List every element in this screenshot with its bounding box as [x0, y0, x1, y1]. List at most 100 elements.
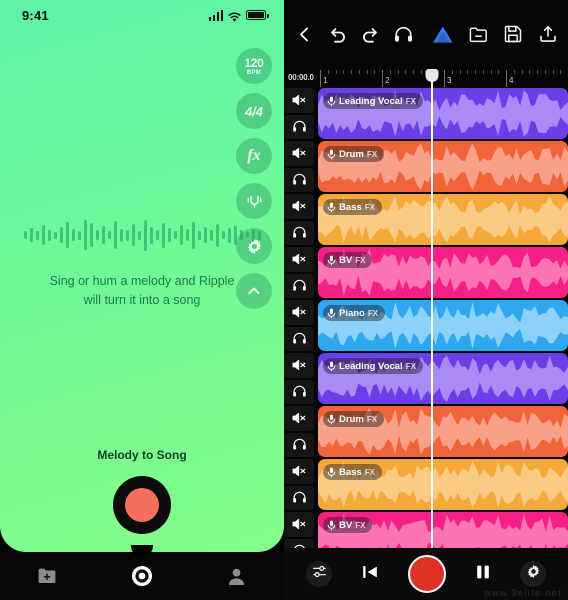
- tab-projects[interactable]: [23, 558, 71, 594]
- track-mute-button[interactable]: [284, 141, 314, 166]
- ripple-app-panel: 9:41 120 BPM 4/4 fx Sing or hum a melody…: [0, 0, 284, 600]
- upload-icon: [539, 25, 557, 43]
- ruler-subtick: [389, 70, 391, 74]
- monitor-button[interactable]: [392, 23, 414, 45]
- save-button[interactable]: [502, 23, 524, 45]
- record-button[interactable]: [408, 555, 446, 593]
- time-signature-button[interactable]: 4/4: [236, 93, 272, 129]
- speaker-mute-icon: [292, 358, 307, 372]
- clip-label[interactable]: Bass FX: [323, 199, 382, 215]
- export-button[interactable]: [537, 23, 559, 45]
- hero-caption-line1: Sing or hum a melody and Ripple: [49, 274, 235, 288]
- ruler-subtick: [521, 70, 523, 74]
- viz-bar-33: [221, 231, 225, 239]
- track-mute-button[interactable]: [284, 406, 314, 431]
- clip-track-name: BV: [339, 254, 353, 266]
- track-solo-button[interactable]: [284, 432, 314, 457]
- tab-record[interactable]: [118, 558, 166, 594]
- clip-label[interactable]: Bass FX: [323, 464, 382, 480]
- track-mute-button[interactable]: [284, 459, 314, 484]
- track-solo-button[interactable]: [284, 538, 314, 548]
- tab-profile[interactable]: [213, 558, 261, 594]
- clip-fx-badge: FX: [364, 202, 375, 212]
- track-solo-button[interactable]: [284, 114, 314, 139]
- viz-bar-26: [179, 225, 183, 245]
- tuning-fork-icon: [246, 193, 263, 210]
- collapse-button[interactable]: [236, 273, 272, 309]
- clip-fx-badge: FX: [405, 361, 416, 371]
- battery-icon: [246, 10, 269, 20]
- track-mute-button[interactable]: [284, 512, 314, 537]
- audio-clip[interactable]: BV FX: [318, 247, 568, 298]
- track-mute-button[interactable]: [284, 194, 314, 219]
- track-mute-button[interactable]: [284, 300, 314, 325]
- track-mute-button[interactable]: [284, 353, 314, 378]
- timeline-ruler[interactable]: 00:00.0 1 2 3 4: [284, 68, 568, 88]
- clip-label[interactable]: Drum FX: [323, 146, 385, 162]
- audio-clip[interactable]: Leading Vocal FX: [318, 88, 568, 139]
- settings-button[interactable]: [236, 228, 272, 264]
- pause-button[interactable]: [474, 562, 492, 587]
- ruler-subtick: [498, 70, 500, 74]
- redo-button[interactable]: [359, 23, 381, 45]
- tuner-button[interactable]: [236, 183, 272, 219]
- audio-clip[interactable]: Drum FX: [318, 406, 568, 457]
- audio-clip[interactable]: Leading Vocal FX: [318, 353, 568, 404]
- track-row: BV FX: [284, 512, 568, 548]
- track-solo-button[interactable]: [284, 167, 314, 192]
- ruler-subtick: [475, 70, 476, 74]
- audio-clip[interactable]: Drum FX: [318, 141, 568, 192]
- settings-button[interactable]: [520, 561, 546, 587]
- floppy-save-icon: [504, 25, 522, 43]
- record-button[interactable]: [113, 476, 171, 534]
- speaker-mute-icon: [292, 517, 307, 531]
- clip-label[interactable]: Leading Vocal FX: [323, 93, 423, 109]
- track-controls: [284, 194, 314, 245]
- ruler-subtick: [459, 70, 461, 74]
- effects-button[interactable]: fx: [236, 138, 272, 174]
- microphone-icon: [327, 255, 336, 266]
- viz-bar-18: [131, 224, 135, 246]
- speaker-mute-icon: [292, 411, 307, 425]
- microphone-icon: [327, 520, 336, 531]
- hero-caption: Sing or hum a melody and Ripple will tur…: [50, 272, 235, 311]
- clip-label[interactable]: Leading Vocal FX: [323, 358, 423, 374]
- undo-button[interactable]: [326, 23, 348, 45]
- ruler-subtick: [482, 70, 484, 74]
- audio-clip[interactable]: Bass FX: [318, 459, 568, 510]
- add-folder-icon: [37, 567, 57, 585]
- open-project-button[interactable]: [467, 23, 489, 45]
- tempo-button[interactable]: 120 BPM: [236, 48, 272, 84]
- audio-clip[interactable]: BV FX: [318, 512, 568, 548]
- clip-label[interactable]: BV FX: [323, 517, 373, 533]
- track-solo-button[interactable]: [284, 379, 314, 404]
- speaker-mute-icon: [292, 199, 307, 213]
- mixer-button[interactable]: [306, 561, 332, 587]
- viz-bar-3: [41, 225, 45, 245]
- track-controls: [284, 406, 314, 457]
- viz-bar-17: [125, 229, 129, 241]
- speaker-mute-icon: [292, 464, 307, 478]
- clip-label[interactable]: Piano FX: [323, 305, 386, 321]
- track-solo-button[interactable]: [284, 485, 314, 510]
- track-solo-button[interactable]: [284, 220, 314, 245]
- viz-bar-24: [167, 228, 171, 242]
- speaker-mute-icon: [292, 93, 307, 107]
- track-mute-button[interactable]: [284, 88, 314, 113]
- daw-panel: 00:00.0 1234 Leading Vocal FX Drum FX Bass FX…: [284, 0, 568, 600]
- clip-label[interactable]: Drum FX: [323, 411, 385, 427]
- daw-toolbar: [284, 0, 568, 68]
- app-logo[interactable]: [432, 23, 454, 45]
- skip-to-start-button[interactable]: [360, 562, 380, 587]
- audio-clip[interactable]: Bass FX: [318, 194, 568, 245]
- clip-label[interactable]: BV FX: [323, 252, 373, 268]
- track-mute-button[interactable]: [284, 247, 314, 272]
- clip-fx-badge: FX: [355, 520, 366, 530]
- track-solo-button[interactable]: [284, 326, 314, 351]
- audio-clip[interactable]: Piano FX: [318, 300, 568, 351]
- back-button[interactable]: [293, 23, 315, 45]
- ruler-subtick: [436, 70, 438, 74]
- track-solo-button[interactable]: [284, 273, 314, 298]
- daw-toolbar-left: [293, 23, 414, 45]
- tempo-unit: BPM: [246, 69, 262, 76]
